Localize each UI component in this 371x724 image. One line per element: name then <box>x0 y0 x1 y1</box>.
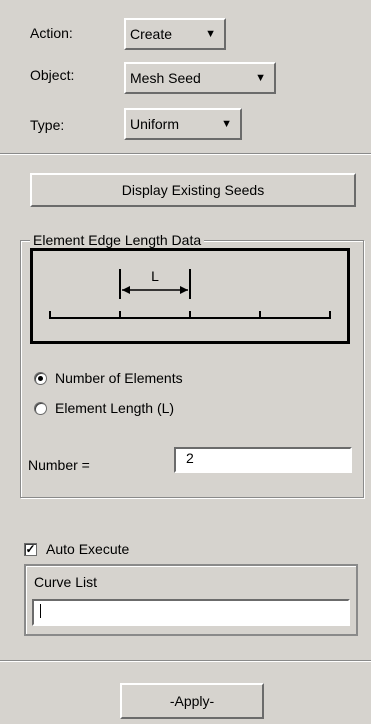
action-dropdown[interactable]: Create ▼ <box>124 18 226 50</box>
auto-execute-label: Auto Execute <box>46 541 130 557</box>
radio-selected-dot <box>38 375 43 381</box>
auto-execute-checkbox[interactable]: ✓ <box>24 541 37 556</box>
type-value: Uniform <box>130 116 180 132</box>
apply-button[interactable]: -Apply- <box>120 683 264 719</box>
curve-list-input[interactable] <box>32 599 350 626</box>
auto-execute-toggle[interactable]: ✓ Auto Execute <box>24 541 129 557</box>
display-existing-seeds-button[interactable]: Display Existing Seeds <box>30 173 356 207</box>
radio-element-length[interactable]: Element Length (L) <box>34 400 174 416</box>
triangle-down-icon: ▼ <box>205 28 216 40</box>
action-label: Action: <box>30 25 73 41</box>
radio-button[interactable] <box>34 371 47 385</box>
object-label: Object: <box>30 67 75 83</box>
radio-number-of-elements[interactable]: Number of Elements <box>34 370 183 386</box>
edge-diagram-svg: L <box>49 268 331 319</box>
arrow-right-icon <box>180 286 188 294</box>
object-value: Mesh Seed <box>130 70 201 86</box>
checkmark-icon: ✓ <box>25 541 36 556</box>
radio-label: Element Length (L) <box>55 400 175 416</box>
triangle-down-icon: ▼ <box>255 72 266 84</box>
type-dropdown[interactable]: Uniform ▼ <box>124 108 242 140</box>
curve-list-title: Curve List <box>34 574 98 590</box>
action-value: Create <box>130 26 173 42</box>
element-length-diagram: L <box>30 248 350 344</box>
dimension-label: L <box>151 268 159 284</box>
text-cursor <box>40 604 41 618</box>
number-label: Number = <box>28 457 90 473</box>
arrow-left-icon <box>122 286 130 294</box>
object-dropdown[interactable]: Mesh Seed ▼ <box>124 62 276 94</box>
separator <box>0 660 371 662</box>
triangle-down-icon: ▼ <box>221 118 232 130</box>
separator <box>0 153 371 155</box>
radio-button[interactable] <box>34 401 47 415</box>
type-label: Type: <box>30 117 65 133</box>
number-input[interactable]: 2 <box>174 447 352 473</box>
radio-label: Number of Elements <box>55 370 183 386</box>
edge-length-group-title: Element Edge Length Data <box>30 232 205 248</box>
